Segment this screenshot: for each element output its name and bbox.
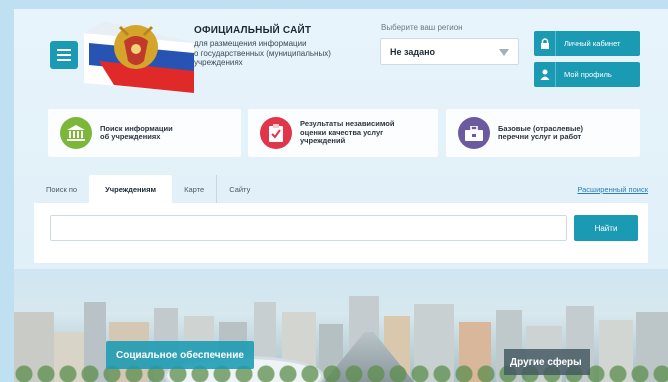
search-input[interactable] (50, 215, 567, 241)
hamburger-menu-icon[interactable] (50, 41, 78, 69)
search-panel: Найти (34, 203, 648, 263)
personal-cabinet-button[interactable]: Личный кабинет (534, 31, 640, 56)
card-quality-results[interactable]: Результаты независимой оценки качества у… (248, 109, 438, 157)
my-profile-label: Мой профиль (564, 70, 612, 79)
card-label: Базовые (отраслевые) перечни услуг и раб… (498, 124, 583, 142)
search-by-label: Поиск по (46, 184, 78, 194)
chevron-down-icon (499, 49, 509, 56)
region-selected-value: Не задано (390, 47, 436, 57)
tab-site[interactable]: Сайту (216, 175, 262, 203)
card-label-line: перечни услуг и работ (498, 132, 582, 141)
card-label: Результаты независимой оценки качества у… (300, 120, 394, 146)
site-subtitle-line: о государственных (муниципальных) (194, 48, 331, 58)
site-subtitle-line: для размещения информации (194, 39, 307, 48)
personal-cabinet-label: Личный кабинет (564, 39, 621, 48)
card-label-line: об учреждениях (100, 132, 161, 141)
card-label-line: учреждений (300, 136, 346, 146)
social-security-tag[interactable]: Социальное обеспечение (106, 341, 254, 369)
search-tabs: Поиск по Учреждениям Карте Сайту Расшире… (34, 175, 648, 203)
page-frame: ОФИЦИАЛЬНЫЙ САЙТ для размещения информац… (14, 9, 668, 382)
site-subtitle: для размещения информации о государствен… (194, 39, 374, 68)
tab-map[interactable]: Карте (172, 175, 216, 203)
card-search-institutions[interactable]: Поиск информации об учреждениях (48, 109, 241, 157)
tab-institutions[interactable]: Учреждениям (89, 175, 173, 203)
site-title: ОФИЦИАЛЬНЫЙ САЙТ (194, 25, 312, 36)
advanced-search-link[interactable]: Расширенный поиск (577, 185, 648, 194)
region-label: Выберите ваш регион (381, 23, 463, 32)
person-icon (534, 62, 556, 87)
my-profile-button[interactable]: Мой профиль (534, 62, 640, 87)
region-select[interactable]: Не задано (380, 38, 519, 65)
search-button[interactable]: Найти (574, 215, 638, 241)
card-label: Поиск информации об учреждениях (100, 124, 173, 142)
other-spheres-tag[interactable]: Другие сферы (504, 349, 590, 375)
coat-of-arms-logo (84, 21, 194, 93)
site-title-block: ОФИЦИАЛЬНЫЙ САЙТ для размещения информац… (194, 25, 374, 68)
card-base-lists[interactable]: Базовые (отраслевые) перечни услуг и раб… (446, 109, 640, 157)
checklist-icon (260, 117, 292, 149)
briefcase-icon (458, 117, 490, 149)
institution-icon (60, 117, 92, 149)
site-subtitle-line: учреждениях (194, 58, 243, 67)
lock-icon (534, 31, 556, 56)
